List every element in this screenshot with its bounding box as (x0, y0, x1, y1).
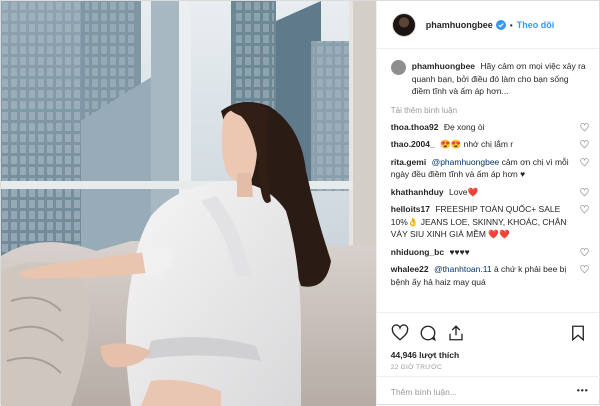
comment-username[interactable]: thao.2004_ (391, 139, 435, 149)
heart-icon[interactable] (580, 265, 589, 274)
heart-icon[interactable] (580, 187, 589, 197)
heart-icon[interactable] (580, 140, 589, 149)
comment-icon[interactable] (419, 324, 437, 342)
comment-username[interactable]: khathanhduy (391, 187, 444, 197)
heart-icon[interactable] (580, 122, 589, 132)
bookmark-icon[interactable] (569, 324, 587, 342)
comment-text: ♥♥♥♥ (449, 246, 470, 257)
caption-text: phamhuongbee Hãy cảm ơn mọi việc xảy ra … (412, 60, 589, 98)
caption-username[interactable]: phamhuongbee (412, 61, 475, 71)
comment-row: thoa.thoa92 Đẹ xong òi (391, 121, 589, 134)
comments-list: phamhuongbee Hãy cảm ơn mọi việc xảy ra … (377, 49, 599, 312)
caption: phamhuongbee Hãy cảm ơn mọi việc xảy ra … (390, 60, 589, 98)
add-comment-field[interactable]: Thêm bình luận... ••• (376, 376, 600, 406)
share-icon[interactable] (447, 324, 465, 342)
like-heart-icon[interactable] (391, 324, 409, 342)
heart-icon[interactable] (580, 247, 589, 257)
caption-avatar[interactable] (390, 60, 406, 75)
comment-text: Đẹ xong òi (443, 121, 485, 132)
comment-username[interactable]: helloits17 (391, 204, 430, 214)
post-timestamp[interactable]: 22 GIỜ TRƯỚC (391, 364, 587, 371)
comment-row: whalee22 @thanhtoan.11 à chứ k phải bee … (391, 263, 589, 288)
post-header: phamhuongbee • Theo dõi (376, 1, 599, 49)
comment-username[interactable]: thoa.thoa92 (391, 122, 439, 132)
comment-mention[interactable]: @thanhtoan.11 (434, 264, 492, 274)
comment-row: thao.2004_ 😍😍 nhớ chị lắm r (391, 138, 589, 151)
more-options-icon[interactable]: ••• (577, 385, 589, 395)
comment-row: helloits17 FREESHIP TOÀN QUỐC+ SALE 10%👌… (391, 203, 589, 241)
comment-username[interactable]: whalee22 (391, 264, 429, 274)
action-icons (391, 322, 587, 344)
photo-woman-in-bathrobe (1, 1, 376, 406)
comment-row: nhiduong_bc ♥♥♥♥ (391, 246, 589, 259)
comment-username[interactable]: nhiduong_bc (391, 247, 444, 257)
post-username[interactable]: phamhuongbee (426, 20, 493, 30)
comment-username[interactable]: rita.gemi (391, 157, 426, 167)
instagram-post: phamhuongbee • Theo dõi phamhuongbee Hãy… (0, 0, 600, 406)
heart-icon[interactable] (580, 157, 589, 167)
heart-icon[interactable] (580, 205, 589, 214)
follow-button[interactable]: Theo dõi (517, 20, 555, 30)
comment-text: 😍😍 nhớ chị lắm r (440, 139, 514, 149)
add-comment-placeholder[interactable]: Thêm bình luận... (391, 387, 457, 397)
load-more-comments-link[interactable]: Tải thêm bình luận (391, 106, 589, 115)
comment-mention[interactable]: @phamhuongbee (432, 157, 500, 167)
likes-count[interactable]: 44,946 lượt thích (391, 350, 587, 360)
comment-text: Love❤️ (449, 186, 479, 197)
header-separator: • (509, 19, 513, 30)
post-side-panel: phamhuongbee • Theo dõi phamhuongbee Hãy… (375, 1, 600, 406)
user-avatar[interactable] (391, 12, 416, 37)
comment-row: rita.gemi @phamhuongbee cảm ơn chị vì mỗ… (391, 156, 589, 181)
verified-badge-icon (495, 19, 506, 30)
post-photo[interactable] (1, 1, 376, 406)
comment-row: khathanhduy Love❤️ (391, 186, 589, 199)
